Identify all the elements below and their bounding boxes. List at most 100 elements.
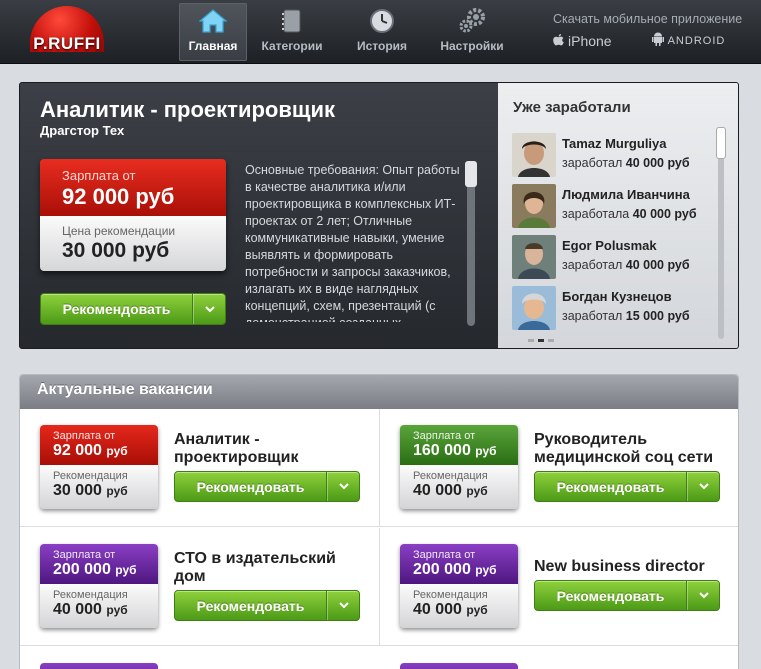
nav-home-label: Главная bbox=[188, 39, 238, 53]
iphone-link[interactable]: iPhone bbox=[553, 32, 612, 49]
vacancy-salary-card-partial bbox=[40, 663, 158, 669]
salary-value: 200 000 bbox=[53, 561, 111, 578]
vacancy-title[interactable]: New business director bbox=[534, 558, 729, 576]
nav-home[interactable]: Главная bbox=[179, 3, 247, 61]
vacancy-salary-card: Зарплата от 200 000 руб Рекомендация 40 … bbox=[40, 544, 158, 628]
earner-amount: 40 000 руб bbox=[632, 207, 697, 221]
clock-icon bbox=[369, 7, 395, 35]
vacancies-title: Актуальные вакансии bbox=[20, 375, 738, 409]
currency: руб bbox=[475, 444, 497, 458]
avatar bbox=[512, 235, 556, 279]
featured-recommend-button[interactable]: Рекомендовать bbox=[40, 293, 226, 325]
recommend-label: Рекомендовать bbox=[535, 581, 687, 610]
reward-label: Рекомендация bbox=[413, 470, 488, 482]
scroll-thumb[interactable] bbox=[465, 161, 477, 187]
earned-pager[interactable] bbox=[528, 339, 554, 342]
earner-item[interactable]: Tamaz Murguliya заработал 40 000 руб bbox=[512, 133, 712, 179]
featured-title[interactable]: Аналитик - проектировщик bbox=[40, 97, 335, 123]
chevron-down-icon[interactable] bbox=[687, 472, 719, 501]
android-label: ANDROID bbox=[667, 34, 726, 47]
recommend-label: Рекомендовать bbox=[41, 294, 193, 324]
avatar bbox=[512, 133, 556, 177]
salary-value: 160 000 bbox=[413, 442, 471, 459]
earned-panel: Уже заработали Tamaz Murguliya заработал… bbox=[498, 83, 738, 348]
vacancy-salary-card: Зарплата от 200 000 руб Рекомендация 40 … bbox=[400, 544, 518, 628]
featured-vacancy: Аналитик - проектировщик Драгстор Тех За… bbox=[19, 82, 739, 349]
chevron-down-icon[interactable] bbox=[687, 581, 719, 610]
earner-item[interactable]: Богдан Кузнецов заработал 15 000 руб bbox=[512, 286, 712, 332]
salary-label: Зарплата от bbox=[53, 430, 116, 442]
gears-icon bbox=[457, 7, 487, 35]
description-scrollbar[interactable] bbox=[465, 161, 477, 326]
salary-value: 200 000 bbox=[413, 561, 471, 578]
earned-title: Уже заработали bbox=[513, 99, 631, 116]
recommend-button[interactable]: Рекомендовать bbox=[174, 471, 360, 502]
home-icon bbox=[199, 7, 227, 35]
featured-description: Основные требования: Опыт работы в качес… bbox=[245, 163, 460, 322]
avatar bbox=[512, 286, 556, 330]
reward-value: 40 000 bbox=[413, 482, 462, 499]
salary-value: 92 000 bbox=[53, 442, 102, 459]
categories-icon bbox=[281, 7, 303, 35]
iphone-label: iPhone bbox=[568, 32, 612, 49]
currency: руб bbox=[466, 603, 488, 617]
salary-label: Зарплата от bbox=[413, 430, 476, 442]
recommend-button[interactable]: Рекомендовать bbox=[174, 590, 360, 621]
reward-label: Рекомендация bbox=[53, 589, 128, 601]
chevron-down-icon[interactable] bbox=[193, 294, 225, 324]
nav-settings[interactable]: Настройки bbox=[427, 3, 517, 61]
nav-categories[interactable]: Категории bbox=[247, 3, 337, 61]
earner-verb: заработал bbox=[562, 156, 623, 170]
earner-item[interactable]: Egor Polusmak заработал 40 000 руб bbox=[512, 235, 712, 281]
currency: руб bbox=[475, 563, 497, 577]
salary-label: Зарплата от bbox=[53, 549, 116, 561]
featured-salary-card: Зарплата от 92 000 руб Цена рекомендации… bbox=[40, 159, 226, 271]
reward-value: 30 000 bbox=[53, 482, 102, 499]
earner-amount: 15 000 руб bbox=[625, 309, 690, 323]
chevron-down-icon[interactable] bbox=[327, 472, 359, 501]
currency: руб bbox=[466, 484, 488, 498]
main-nav: Главная Категории История Настройки bbox=[179, 3, 517, 61]
logo-text: P.RUFFI bbox=[33, 34, 101, 53]
nav-settings-label: Настройки bbox=[440, 39, 504, 53]
android-link[interactable]: ANDROID bbox=[651, 32, 726, 49]
earned-scrollbar[interactable] bbox=[716, 127, 726, 339]
vacancy-title[interactable]: Аналитик - проектировщик bbox=[174, 431, 369, 467]
logo[interactable]: P.RUFFI bbox=[26, 6, 108, 58]
reward-label: Рекомендация bbox=[413, 589, 488, 601]
nav-history-label: История bbox=[356, 39, 408, 53]
featured-company: Драгстор Тех bbox=[40, 123, 125, 138]
reward-value: 30 000 руб bbox=[62, 239, 170, 262]
earner-amount: 40 000 руб bbox=[625, 156, 690, 170]
earner-verb: заработала bbox=[562, 207, 630, 221]
vacancy-title[interactable]: СТО в издательский дом bbox=[174, 550, 369, 586]
avatar bbox=[512, 184, 556, 228]
currency: руб bbox=[106, 603, 128, 617]
recommend-label: Рекомендовать bbox=[175, 472, 327, 501]
earner-name: Tamaz Murguliya bbox=[562, 136, 667, 151]
reward-label: Рекомендация bbox=[53, 470, 128, 482]
recommend-button[interactable]: Рекомендовать bbox=[534, 471, 720, 502]
currency: руб bbox=[115, 563, 137, 577]
reward-value: 40 000 bbox=[53, 601, 102, 618]
vacancies-panel: Актуальные вакансии Зарплата от 92 000 р… bbox=[19, 374, 739, 669]
currency: руб bbox=[106, 484, 128, 498]
vacancy-card: Зарплата от 200 000 руб Рекомендация 40 … bbox=[380, 528, 738, 646]
vacancy-salary-card-partial bbox=[400, 663, 518, 669]
earner-item[interactable]: Людмила Иванчина заработала 40 000 руб bbox=[512, 184, 712, 230]
vacancy-title[interactable]: Руководитель медицинской соц сети bbox=[534, 431, 729, 467]
earner-name: Egor Polusmak bbox=[562, 238, 657, 253]
earner-name: Людмила Иванчина bbox=[562, 187, 690, 202]
earner-verb: заработал bbox=[562, 309, 623, 323]
scroll-thumb[interactable] bbox=[716, 127, 726, 159]
recommend-label: Рекомендовать bbox=[175, 591, 327, 620]
android-icon bbox=[651, 32, 664, 49]
nav-history[interactable]: История bbox=[337, 3, 427, 61]
chevron-down-icon[interactable] bbox=[327, 591, 359, 620]
vacancy-card: Зарплата от 92 000 руб Рекомендация 30 0… bbox=[20, 409, 380, 527]
apple-icon bbox=[553, 33, 564, 49]
nav-categories-label: Категории bbox=[261, 39, 323, 53]
recommend-button[interactable]: Рекомендовать bbox=[534, 580, 720, 611]
salary-label: Зарплата от bbox=[413, 549, 476, 561]
vacancy-card: Зарплата от 160 000 руб Рекомендация 40 … bbox=[380, 409, 738, 527]
